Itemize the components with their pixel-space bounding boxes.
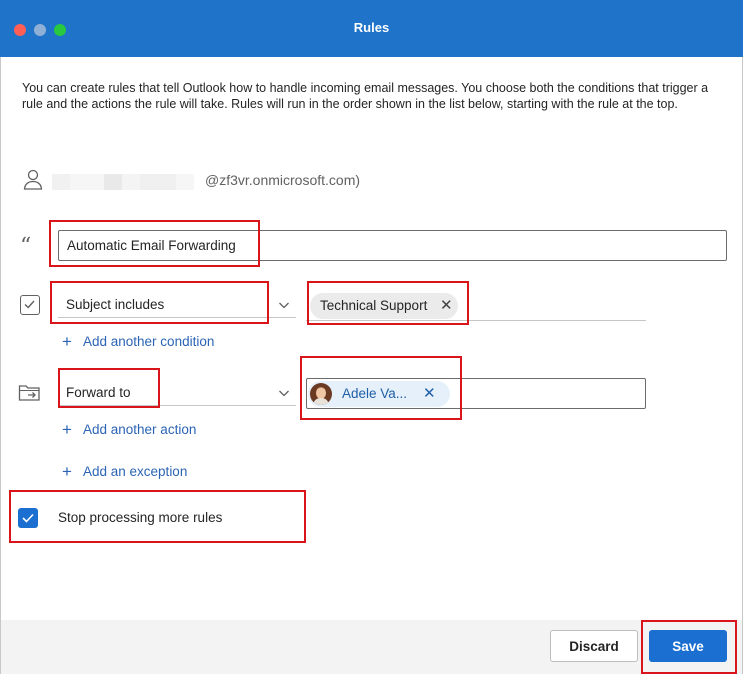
chevron-down-icon[interactable]: [278, 387, 290, 399]
window-border-left: [0, 57, 1, 674]
highlight-box-condition-value: [307, 281, 469, 325]
intro-text: You can create rules that tell Outlook h…: [22, 81, 709, 111]
highlight-box-stop-processing: [9, 490, 306, 543]
highlight-box-save: [641, 620, 737, 674]
add-exception-link[interactable]: Add an exception: [83, 464, 187, 479]
plus-icon: +: [62, 332, 72, 351]
highlight-box-recipient: [300, 356, 462, 420]
person-icon: [23, 169, 43, 190]
plus-icon: +: [62, 462, 72, 481]
highlight-box-rule-name: [49, 220, 260, 267]
add-condition-link[interactable]: Add another condition: [83, 334, 214, 349]
window-title: Rules: [353, 20, 390, 35]
highlight-box-condition: [50, 281, 269, 324]
quote-icon: “: [20, 234, 32, 259]
checkbox-outline-icon: [20, 295, 40, 315]
folder-move-icon: [18, 385, 40, 401]
plus-icon: +: [62, 420, 72, 439]
discard-button[interactable]: Discard: [550, 630, 638, 662]
add-action-link[interactable]: Add another action: [83, 422, 196, 437]
highlight-box-action: [58, 368, 160, 408]
account-email: @zf3vr.onmicrosoft.com): [205, 172, 361, 188]
chevron-down-icon[interactable]: [278, 299, 290, 311]
